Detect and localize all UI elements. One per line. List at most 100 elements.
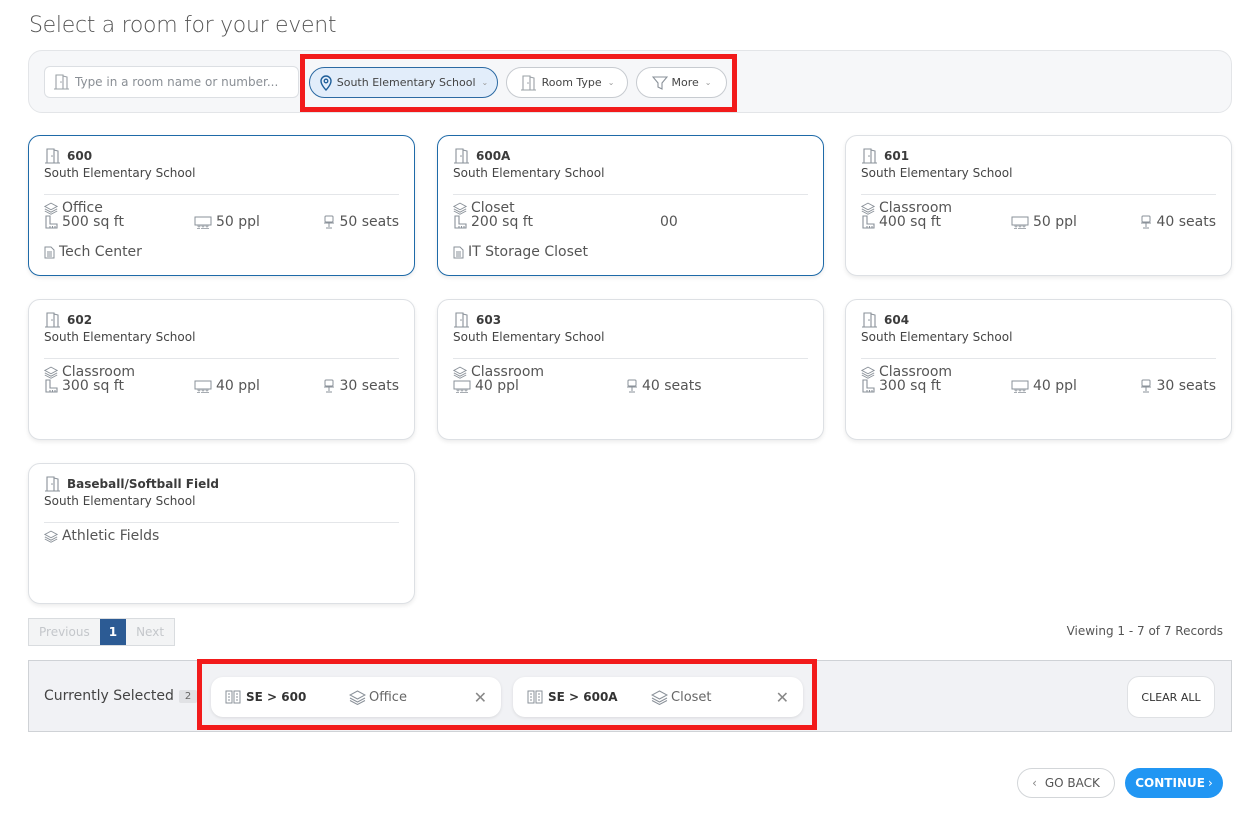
card-divider <box>861 194 1216 195</box>
room-name-text: 604 <box>884 313 910 327</box>
room-name: 604 <box>861 312 909 328</box>
layers-icon <box>44 366 58 379</box>
chevron-left-icon: ‹ <box>1032 776 1037 790</box>
building-icon <box>225 690 241 704</box>
room-note: IT Storage Closet <box>468 244 588 260</box>
chip-room-label: SE > 600 <box>246 690 307 704</box>
remove-selection-icon[interactable]: ✕ <box>776 688 789 707</box>
room-name-text: 601 <box>884 149 910 163</box>
location-filter-button[interactable]: South Elementary School ⌄ <box>309 67 498 98</box>
chevron-down-icon: ⌄ <box>704 78 712 87</box>
currently-selected-label: Currently Selected 2 <box>44 688 198 704</box>
card-divider <box>453 194 808 195</box>
continue-button[interactable]: CONTINUE › <box>1125 768 1223 798</box>
door-icon <box>861 312 879 328</box>
room-people: 40 ppl <box>216 378 260 394</box>
door-icon <box>53 74 71 90</box>
go-back-label: GO BACK <box>1044 776 1100 790</box>
room-search-input[interactable] <box>75 75 295 89</box>
room-card[interactable]: 604 South Elementary School Classroom 300 s… <box>845 299 1232 440</box>
chevron-down-icon: ⌄ <box>607 78 615 87</box>
records-count: Viewing 1 - 7 of 7 Records <box>1066 624 1223 638</box>
layers-icon <box>453 202 467 215</box>
pagination: Previous 1 Next <box>28 618 176 646</box>
room-sqft: 300 sq ft <box>62 378 124 394</box>
chip-type: Office <box>349 690 407 705</box>
room-type-filter-label: Room Type <box>541 76 602 89</box>
room-people: 50 ppl <box>1033 214 1077 230</box>
layers-icon <box>861 366 875 379</box>
chip-type-label: Office <box>369 689 407 705</box>
more-filter-label: More <box>671 76 699 89</box>
people-icon <box>194 380 212 393</box>
remove-selection-icon[interactable]: ✕ <box>474 688 487 707</box>
document-icon <box>453 246 464 259</box>
room-building: South Elementary School <box>453 330 605 344</box>
room-seats: 30 seats <box>1156 378 1216 394</box>
room-card[interactable]: 602 South Elementary School Classroom 300 s… <box>28 299 415 440</box>
map-pin-icon <box>319 74 333 91</box>
people-icon <box>453 380 471 393</box>
room-card[interactable]: 600A South Elementary School Closet 200 sq … <box>437 135 824 276</box>
door-icon <box>44 476 62 492</box>
room-seats: 40 seats <box>1156 214 1216 230</box>
room-name: 601 <box>861 148 909 164</box>
room-building: South Elementary School <box>44 330 196 344</box>
door-icon <box>520 74 538 91</box>
room-card[interactable]: 601 South Elementary School Classroom 400 s… <box>845 135 1232 276</box>
room-note: Tech Center <box>59 244 142 260</box>
chip-type-label: Closet <box>671 689 712 705</box>
room-seats: 30 seats <box>339 378 399 394</box>
room-seats: 40 seats <box>642 378 702 394</box>
layers-icon <box>453 366 467 379</box>
next-page-button[interactable]: Next <box>126 619 175 645</box>
room-building: South Elementary School <box>453 166 605 180</box>
ruler-icon <box>453 215 467 229</box>
room-name: 603 <box>453 312 501 328</box>
page-1-button[interactable]: 1 <box>99 619 127 645</box>
chip-type: Closet <box>651 690 712 705</box>
door-icon <box>861 148 879 164</box>
seat-icon <box>626 379 638 393</box>
room-card[interactable]: 603 South Elementary School Classroom 40 pp… <box>437 299 824 440</box>
ruler-icon <box>44 215 58 229</box>
room-note-row: Tech Center <box>44 244 399 260</box>
room-type-filter-button[interactable]: Room Type ⌄ <box>506 67 628 98</box>
layers-icon <box>861 202 875 215</box>
layers-icon <box>44 530 58 543</box>
search-box[interactable] <box>44 66 299 98</box>
people-icon <box>1011 380 1029 393</box>
room-name-text: 600 <box>67 149 93 163</box>
ruler-icon <box>861 215 875 229</box>
room-card[interactable]: Baseball/Softball Field South Elementary … <box>28 463 415 604</box>
go-back-button[interactable]: ‹ GO BACK <box>1017 768 1115 798</box>
clear-all-button[interactable]: CLEAR ALL <box>1127 676 1215 718</box>
room-building: South Elementary School <box>861 330 1013 344</box>
room-building: South Elementary School <box>861 166 1013 180</box>
previous-page-button[interactable]: Previous <box>29 619 100 645</box>
page-title: Select a room for your event <box>29 13 337 38</box>
room-name: 600 <box>44 148 92 164</box>
seat-icon <box>323 215 335 229</box>
ruler-icon <box>44 379 58 393</box>
room-name-text: 600A <box>476 149 511 163</box>
chip-room: SE > 600 <box>225 690 306 704</box>
people-icon <box>1011 216 1029 229</box>
more-filter-button[interactable]: More ⌄ <box>636 67 727 98</box>
room-name-text: Baseball/Softball Field <box>67 477 219 491</box>
room-note-row: IT Storage Closet <box>453 244 808 260</box>
seat-icon <box>1140 379 1152 393</box>
card-divider <box>861 358 1216 359</box>
room-sqft: 300 sq ft <box>879 378 941 394</box>
room-sqft: 200 sq ft <box>471 214 533 230</box>
seat-icon <box>323 379 335 393</box>
room-people: 00 <box>660 214 678 230</box>
location-filter-label: South Elementary School <box>336 76 476 89</box>
room-type-row: Athletic Fields <box>44 528 399 544</box>
layers-icon <box>349 689 366 705</box>
room-card[interactable]: 600 South Elementary School Office 500 sq f… <box>28 135 415 276</box>
seat-icon <box>1140 215 1152 229</box>
currently-selected-text: Currently Selected <box>44 688 174 704</box>
selected-room-chip: SE > 600 Office ✕ <box>211 677 501 717</box>
room-type: Athletic Fields <box>62 528 160 544</box>
